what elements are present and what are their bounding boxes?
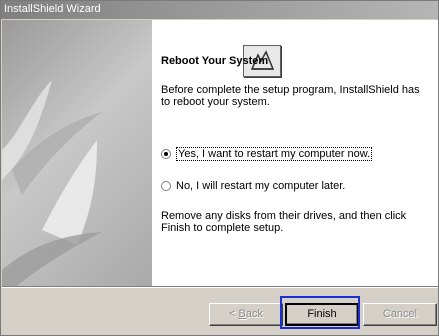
wizard-content-panel: Reboot Your System Before complete the s… <box>152 20 438 286</box>
finish-highlight-box <box>280 296 360 329</box>
restart-now-label: Yes, I want to restart my computer now. <box>176 147 373 161</box>
window-title: InstallShield Wizard <box>4 3 101 15</box>
installshield-wizard-window: InstallShield Wizard Reboot Your System … <box>0 0 439 336</box>
back-button[interactable]: < Back <box>209 303 283 326</box>
restart-later-label: No, I will restart my computer later. <box>176 180 346 192</box>
decorative-swoosh-graphic <box>2 80 102 286</box>
title-bar[interactable]: InstallShield Wizard <box>1 1 438 19</box>
restart-later-radio[interactable] <box>161 181 171 191</box>
finish-instructions: Remove any disks from their drives, and … <box>161 210 407 234</box>
wizard-side-graphic <box>2 20 152 286</box>
button-area-separator <box>2 286 438 288</box>
page-heading: Reboot Your System <box>161 55 269 67</box>
cancel-button[interactable]: Cancel <box>363 303 437 326</box>
intro-text: Before complete the setup program, Insta… <box>161 84 420 108</box>
restart-now-radio[interactable] <box>161 149 171 159</box>
